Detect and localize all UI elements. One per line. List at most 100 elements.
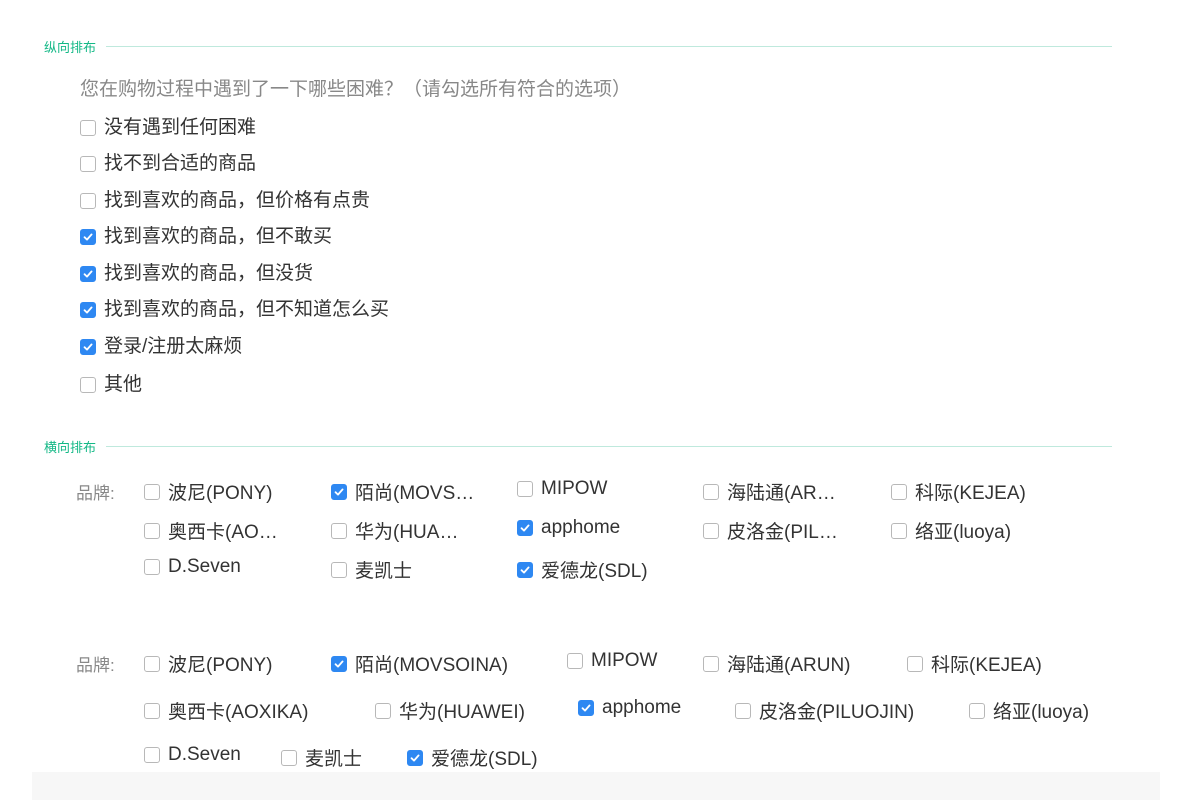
- checkbox-option[interactable]: 陌尚(MOVS…: [331, 478, 474, 505]
- checkbox-option[interactable]: 陌尚(MOVSOINA): [331, 650, 508, 677]
- checkbox-unchecked[interactable]: [144, 483, 160, 500]
- checkbox-label: 陌尚(MOVS…: [355, 483, 475, 504]
- checkbox-option[interactable]: 络亚(luoya): [969, 697, 1089, 724]
- checkbox-option[interactable]: 找到喜欢的商品，但价格有点贵: [80, 189, 370, 213]
- checkbox-option[interactable]: 皮洛金(PIL…: [703, 517, 838, 544]
- checkbox-checked[interactable]: [407, 749, 423, 766]
- checkbox-option[interactable]: 络亚(luoya): [891, 517, 1011, 544]
- checkbox-option[interactable]: D.Seven: [144, 556, 241, 578]
- checkbox-unchecked[interactable]: [281, 749, 297, 766]
- checkbox-option[interactable]: 麦凯士: [281, 744, 362, 771]
- checkbox-unchecked[interactable]: [144, 655, 160, 672]
- bottom-panel: [32, 772, 1160, 800]
- checkbox-unchecked[interactable]: [144, 559, 160, 575]
- checkbox-option[interactable]: 华为(HUA…: [331, 517, 458, 544]
- checkbox-unchecked[interactable]: [144, 702, 160, 719]
- checkmark-icon: [520, 566, 530, 573]
- checkbox-label: 找不到合适的商品: [104, 153, 257, 174]
- divider-line: [106, 45, 1112, 47]
- checkbox-option[interactable]: 奥西卡(AO…: [144, 517, 278, 544]
- divider-line: [106, 445, 1112, 447]
- checkbox-option[interactable]: apphome: [578, 697, 681, 719]
- checkbox-unchecked[interactable]: [735, 702, 751, 719]
- checkbox-checked[interactable]: [578, 700, 594, 716]
- checkbox-unchecked[interactable]: [144, 522, 160, 539]
- checkbox-option[interactable]: 登录/注册太麻烦: [80, 335, 242, 359]
- checkbox-label: 麦凯士: [355, 561, 413, 582]
- checkmark-icon: [334, 488, 344, 495]
- checkbox-option[interactable]: 科际(KEJEA): [907, 650, 1042, 677]
- page: 纵向排布 您在购物过程中遇到了一下哪些困难？（请勾选所有符合的选项） 没有遇到任…: [0, 0, 1200, 800]
- checkbox-option[interactable]: 海陆通(ARUN): [703, 650, 851, 677]
- checkbox-unchecked[interactable]: [80, 120, 96, 136]
- checkbox-option[interactable]: 波尼(PONY): [144, 650, 273, 677]
- checkbox-checked[interactable]: [517, 520, 533, 536]
- checkbox-unchecked[interactable]: [331, 561, 347, 578]
- checkbox-option[interactable]: 找不到合适的商品: [80, 152, 256, 176]
- checkbox-label: MIPOW: [591, 650, 658, 671]
- checkbox-label: 华为(HUA…: [355, 522, 459, 543]
- checkbox-unchecked[interactable]: [703, 522, 719, 539]
- checkbox-unchecked[interactable]: [80, 156, 96, 172]
- checkbox-unchecked[interactable]: [703, 655, 719, 672]
- survey-checkbox-group: 您在购物过程中遇到了一下哪些困难？（请勾选所有符合的选项） 没有遇到任何困难 找不…: [80, 76, 631, 395]
- checkbox-unchecked[interactable]: [375, 702, 391, 719]
- checkbox-unchecked[interactable]: [144, 747, 160, 763]
- checkmark-icon: [83, 343, 93, 351]
- checkbox-label: 麦凯士: [305, 749, 363, 770]
- checkbox-checked[interactable]: [331, 483, 347, 500]
- checkbox-option[interactable]: MIPOW: [517, 478, 608, 500]
- checkbox-option[interactable]: 找到喜欢的商品，但没货: [80, 262, 313, 286]
- section-divider-horizontal: 横向排布: [44, 436, 1112, 456]
- checkbox-label: 找到喜欢的商品，但没货: [104, 263, 314, 284]
- checkbox-option[interactable]: 科际(KEJEA): [891, 478, 1026, 505]
- checkbox-label: D.Seven: [168, 744, 241, 765]
- checkbox-unchecked[interactable]: [331, 522, 347, 539]
- checkbox-unchecked[interactable]: [567, 653, 583, 669]
- checkbox-option[interactable]: 其他: [80, 373, 142, 397]
- checkbox-label: MIPOW: [541, 478, 608, 499]
- checkbox-unchecked[interactable]: [517, 481, 533, 497]
- checkbox-option[interactable]: 波尼(PONY): [144, 478, 273, 505]
- checkbox-option[interactable]: 找到喜欢的商品，但不敢买: [80, 225, 332, 249]
- checkbox-label: 络亚(luoya): [993, 702, 1090, 723]
- section-title-vertical: 纵向排布: [44, 39, 97, 55]
- checkbox-label: apphome: [541, 517, 621, 538]
- checkbox-label: 爱德龙(SDL): [541, 561, 648, 582]
- checkbox-option[interactable]: D.Seven: [144, 744, 241, 766]
- checkmark-icon: [520, 524, 530, 532]
- checkbox-option[interactable]: apphome: [517, 517, 620, 539]
- section-divider-vertical: 纵向排布: [44, 36, 1112, 56]
- checkbox-checked[interactable]: [80, 266, 96, 282]
- checkbox-unchecked[interactable]: [969, 702, 985, 719]
- checkbox-unchecked[interactable]: [907, 655, 923, 672]
- checkbox-option[interactable]: 找到喜欢的商品，但不知道怎么买: [80, 298, 389, 322]
- checkbox-option[interactable]: 奥西卡(AOXIKA): [144, 697, 308, 724]
- checkbox-label: 没有遇到任何困难: [104, 117, 257, 138]
- checkbox-checked[interactable]: [80, 302, 96, 318]
- checkbox-option[interactable]: 海陆通(AR…: [703, 478, 836, 505]
- checkbox-option[interactable]: 爱德龙(SDL): [517, 556, 648, 583]
- checkbox-option[interactable]: MIPOW: [567, 650, 658, 672]
- checkbox-option[interactable]: 麦凯士: [331, 556, 412, 583]
- checkbox-option[interactable]: 皮洛金(PILUOJIN): [735, 697, 914, 724]
- checkbox-label: 奥西卡(AOXIKA): [168, 702, 309, 723]
- checkbox-unchecked[interactable]: [80, 193, 96, 209]
- checkbox-checked[interactable]: [80, 229, 96, 245]
- checkbox-label: 找到喜欢的商品，但价格有点贵: [104, 190, 371, 211]
- checkmark-icon: [581, 704, 591, 712]
- checkbox-option[interactable]: 爱德龙(SDL): [407, 744, 538, 771]
- checkbox-option[interactable]: 没有遇到任何困难: [80, 116, 256, 140]
- checkbox-unchecked[interactable]: [80, 377, 96, 393]
- checkbox-unchecked[interactable]: [891, 483, 907, 500]
- checkbox-checked[interactable]: [80, 339, 96, 355]
- checkbox-checked[interactable]: [331, 655, 347, 672]
- checkbox-label: 波尼(PONY): [168, 483, 273, 504]
- checkbox-unchecked[interactable]: [891, 522, 907, 539]
- brand-label: 品牌:: [76, 656, 115, 675]
- checkbox-unchecked[interactable]: [703, 483, 719, 500]
- checkbox-checked[interactable]: [517, 561, 533, 578]
- checkbox-label: 陌尚(MOVSOINA): [355, 655, 509, 676]
- checkbox-label: D.Seven: [168, 556, 241, 577]
- checkbox-option[interactable]: 华为(HUAWEI): [375, 697, 525, 724]
